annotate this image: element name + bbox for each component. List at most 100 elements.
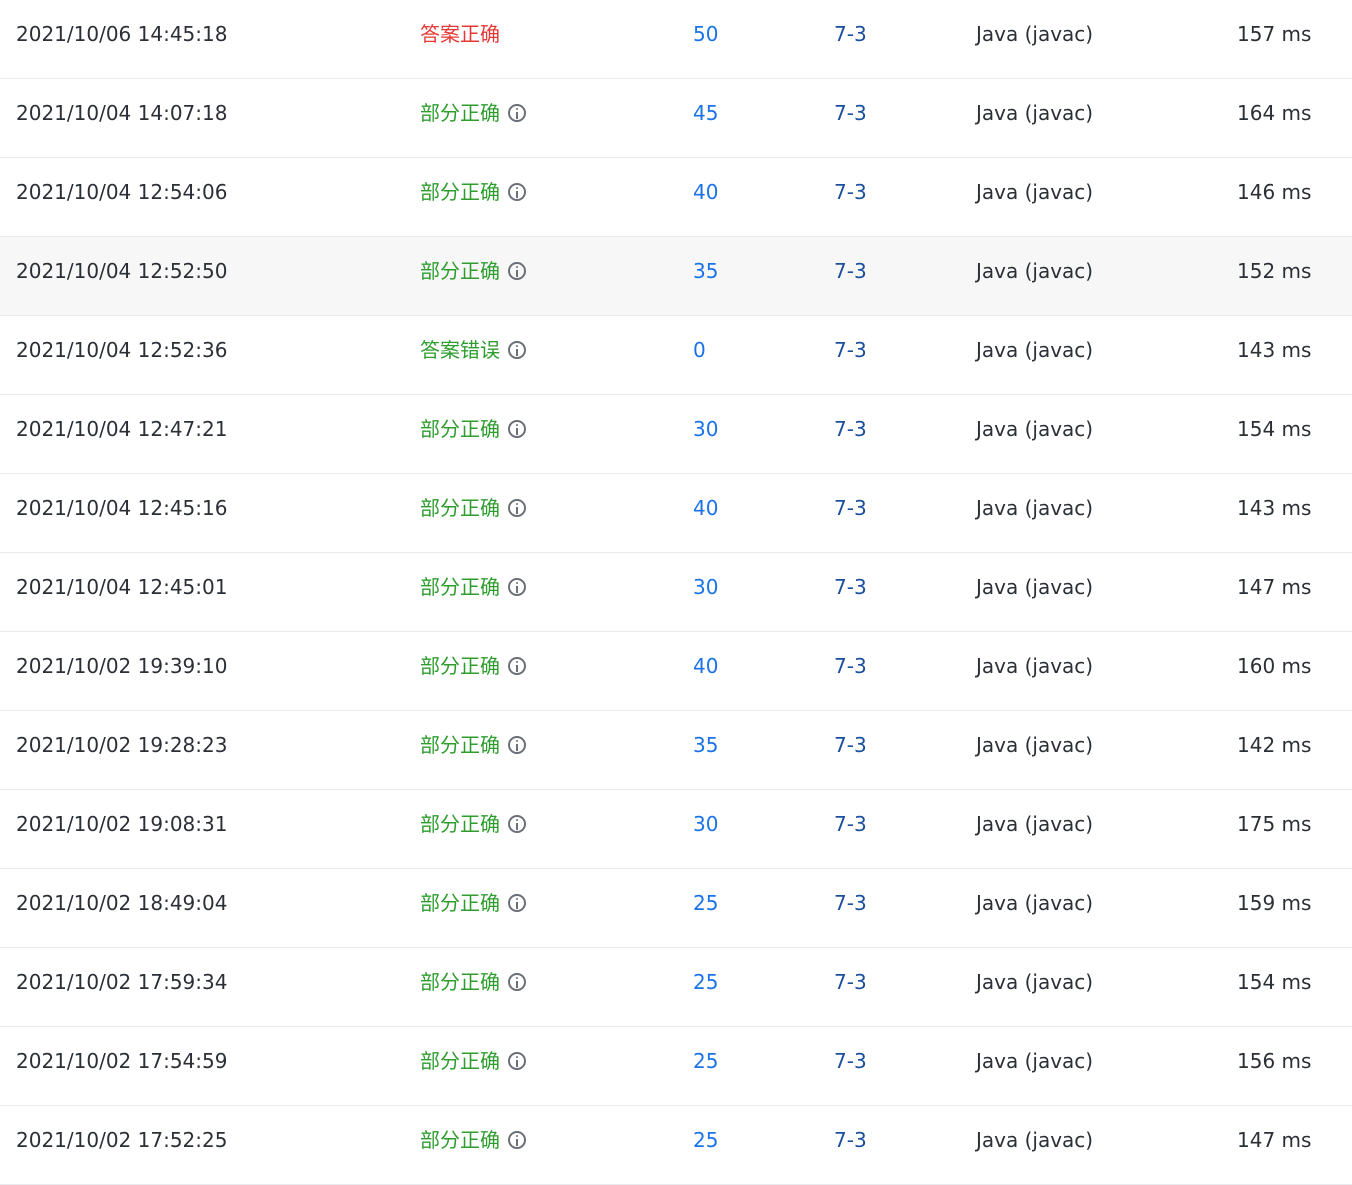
judge-status: 部分正确 — [420, 553, 526, 621]
info-icon[interactable] — [508, 657, 526, 675]
table-row: 2021/10/02 19:28:23 部分正确 35 7-3 Java (ja… — [0, 711, 1352, 790]
score-link[interactable]: 35 — [693, 237, 718, 305]
judge-status: 答案正确 — [420, 0, 500, 68]
table-row: 2021/10/02 17:54:59 部分正确 25 7-3 Java (ja… — [0, 1027, 1352, 1106]
status-label: 答案错误 — [420, 338, 500, 362]
score-link[interactable]: 45 — [693, 79, 718, 147]
problem-link[interactable]: 7-3 — [834, 790, 867, 858]
problem-link[interactable]: 7-3 — [834, 474, 867, 542]
run-time: 164 ms — [1237, 101, 1312, 125]
compiler-language: Java (javac) — [976, 338, 1094, 362]
run-time: 157 ms — [1237, 22, 1312, 46]
score-link[interactable]: 0 — [693, 316, 706, 384]
submissions-table: 2021/10/06 14:45:18 答案正确 50 7-3 Java (ja… — [0, 0, 1352, 1185]
compiler-language: Java (javac) — [976, 891, 1094, 915]
compiler-language: Java (javac) — [976, 733, 1094, 757]
compiler-language: Java (javac) — [976, 970, 1094, 994]
table-row: 2021/10/04 12:52:50 部分正确 35 7-3 Java (ja… — [0, 237, 1352, 316]
score-link[interactable]: 40 — [693, 632, 718, 700]
info-icon[interactable] — [508, 894, 526, 912]
info-icon[interactable] — [508, 341, 526, 359]
table-row: 2021/10/02 19:39:10 部分正确 40 7-3 Java (ja… — [0, 632, 1352, 711]
info-icon[interactable] — [508, 815, 526, 833]
info-icon[interactable] — [508, 578, 526, 596]
score-link[interactable]: 35 — [693, 711, 718, 779]
info-icon[interactable] — [508, 262, 526, 280]
judge-status: 部分正确 — [420, 632, 526, 700]
info-icon[interactable] — [508, 183, 526, 201]
info-icon[interactable] — [508, 1052, 526, 1070]
compiler-language: Java (javac) — [976, 259, 1094, 283]
run-time: 142 ms — [1237, 733, 1312, 757]
judge-status: 部分正确 — [420, 1027, 526, 1095]
compiler-language: Java (javac) — [976, 575, 1094, 599]
problem-link[interactable]: 7-3 — [834, 1027, 867, 1095]
submission-time: 2021/10/02 19:28:23 — [16, 733, 228, 757]
problem-link[interactable]: 7-3 — [834, 1106, 867, 1174]
info-icon[interactable] — [508, 1131, 526, 1149]
submission-time: 2021/10/04 12:45:01 — [16, 575, 228, 599]
problem-link[interactable]: 7-3 — [834, 158, 867, 226]
problem-link[interactable]: 7-3 — [834, 79, 867, 147]
problem-link[interactable]: 7-3 — [834, 948, 867, 1016]
score-link[interactable]: 30 — [693, 395, 718, 463]
problem-link[interactable]: 7-3 — [834, 632, 867, 700]
table-row: 2021/10/02 18:49:04 部分正确 25 7-3 Java (ja… — [0, 869, 1352, 948]
table-row: 2021/10/06 14:45:18 答案正确 50 7-3 Java (ja… — [0, 0, 1352, 79]
problem-link[interactable]: 7-3 — [834, 395, 867, 463]
info-icon[interactable] — [508, 736, 526, 754]
judge-status: 部分正确 — [420, 869, 526, 937]
info-icon[interactable] — [508, 420, 526, 438]
score-link[interactable]: 25 — [693, 1027, 718, 1095]
info-icon[interactable] — [508, 973, 526, 991]
compiler-language: Java (javac) — [976, 417, 1094, 441]
compiler-language: Java (javac) — [976, 496, 1094, 520]
judge-status: 部分正确 — [420, 790, 526, 858]
status-label: 部分正确 — [420, 417, 500, 441]
submission-time: 2021/10/02 17:59:34 — [16, 970, 228, 994]
score-link[interactable]: 25 — [693, 1106, 718, 1174]
run-time: 154 ms — [1237, 417, 1312, 441]
table-row: 2021/10/04 14:07:18 部分正确 45 7-3 Java (ja… — [0, 79, 1352, 158]
problem-link[interactable]: 7-3 — [834, 553, 867, 621]
info-icon[interactable] — [508, 499, 526, 517]
score-link[interactable]: 40 — [693, 474, 718, 542]
score-link[interactable]: 25 — [693, 948, 718, 1016]
score-link[interactable]: 30 — [693, 553, 718, 621]
score-link[interactable]: 30 — [693, 790, 718, 858]
judge-status: 部分正确 — [420, 1106, 526, 1174]
table-row: 2021/10/04 12:47:21 部分正确 30 7-3 Java (ja… — [0, 395, 1352, 474]
status-label: 部分正确 — [420, 575, 500, 599]
judge-status: 部分正确 — [420, 474, 526, 542]
status-label: 部分正确 — [420, 970, 500, 994]
info-icon[interactable] — [508, 104, 526, 122]
table-row: 2021/10/04 12:45:01 部分正确 30 7-3 Java (ja… — [0, 553, 1352, 632]
score-link[interactable]: 40 — [693, 158, 718, 226]
judge-status: 答案错误 — [420, 316, 526, 384]
problem-link[interactable]: 7-3 — [834, 316, 867, 384]
run-time: 143 ms — [1237, 496, 1312, 520]
submission-time: 2021/10/06 14:45:18 — [16, 22, 228, 46]
compiler-language: Java (javac) — [976, 1049, 1094, 1073]
score-link[interactable]: 50 — [693, 0, 718, 68]
table-row: 2021/10/04 12:45:16 部分正确 40 7-3 Java (ja… — [0, 474, 1352, 553]
problem-link[interactable]: 7-3 — [834, 869, 867, 937]
submission-time: 2021/10/02 17:54:59 — [16, 1049, 228, 1073]
submission-time: 2021/10/04 12:47:21 — [16, 417, 228, 441]
problem-link[interactable]: 7-3 — [834, 711, 867, 779]
submission-time: 2021/10/02 17:52:25 — [16, 1128, 228, 1152]
compiler-language: Java (javac) — [976, 812, 1094, 836]
run-time: 147 ms — [1237, 575, 1312, 599]
status-label: 部分正确 — [420, 654, 500, 678]
submission-time: 2021/10/02 19:39:10 — [16, 654, 228, 678]
submission-time: 2021/10/04 12:52:50 — [16, 259, 228, 283]
score-link[interactable]: 25 — [693, 869, 718, 937]
run-time: 160 ms — [1237, 654, 1312, 678]
compiler-language: Java (javac) — [976, 22, 1094, 46]
problem-link[interactable]: 7-3 — [834, 237, 867, 305]
run-time: 154 ms — [1237, 970, 1312, 994]
status-label: 部分正确 — [420, 180, 500, 204]
submission-time: 2021/10/04 12:45:16 — [16, 496, 228, 520]
submission-time: 2021/10/04 12:54:06 — [16, 180, 228, 204]
problem-link[interactable]: 7-3 — [834, 0, 867, 68]
